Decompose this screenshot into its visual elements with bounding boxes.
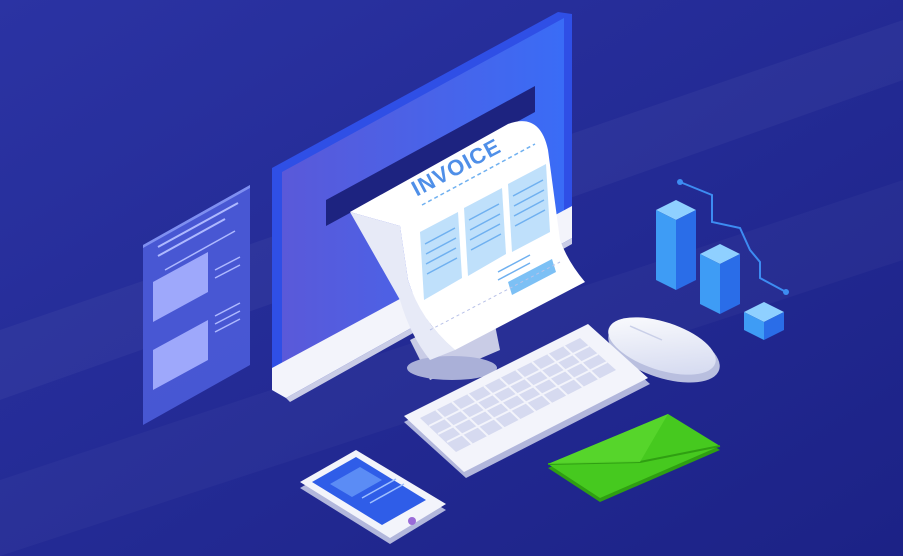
scene-svg: INVOICE <box>0 0 903 556</box>
invoice-illustration: INVOICE <box>0 0 903 556</box>
phone-home-button <box>408 517 416 525</box>
